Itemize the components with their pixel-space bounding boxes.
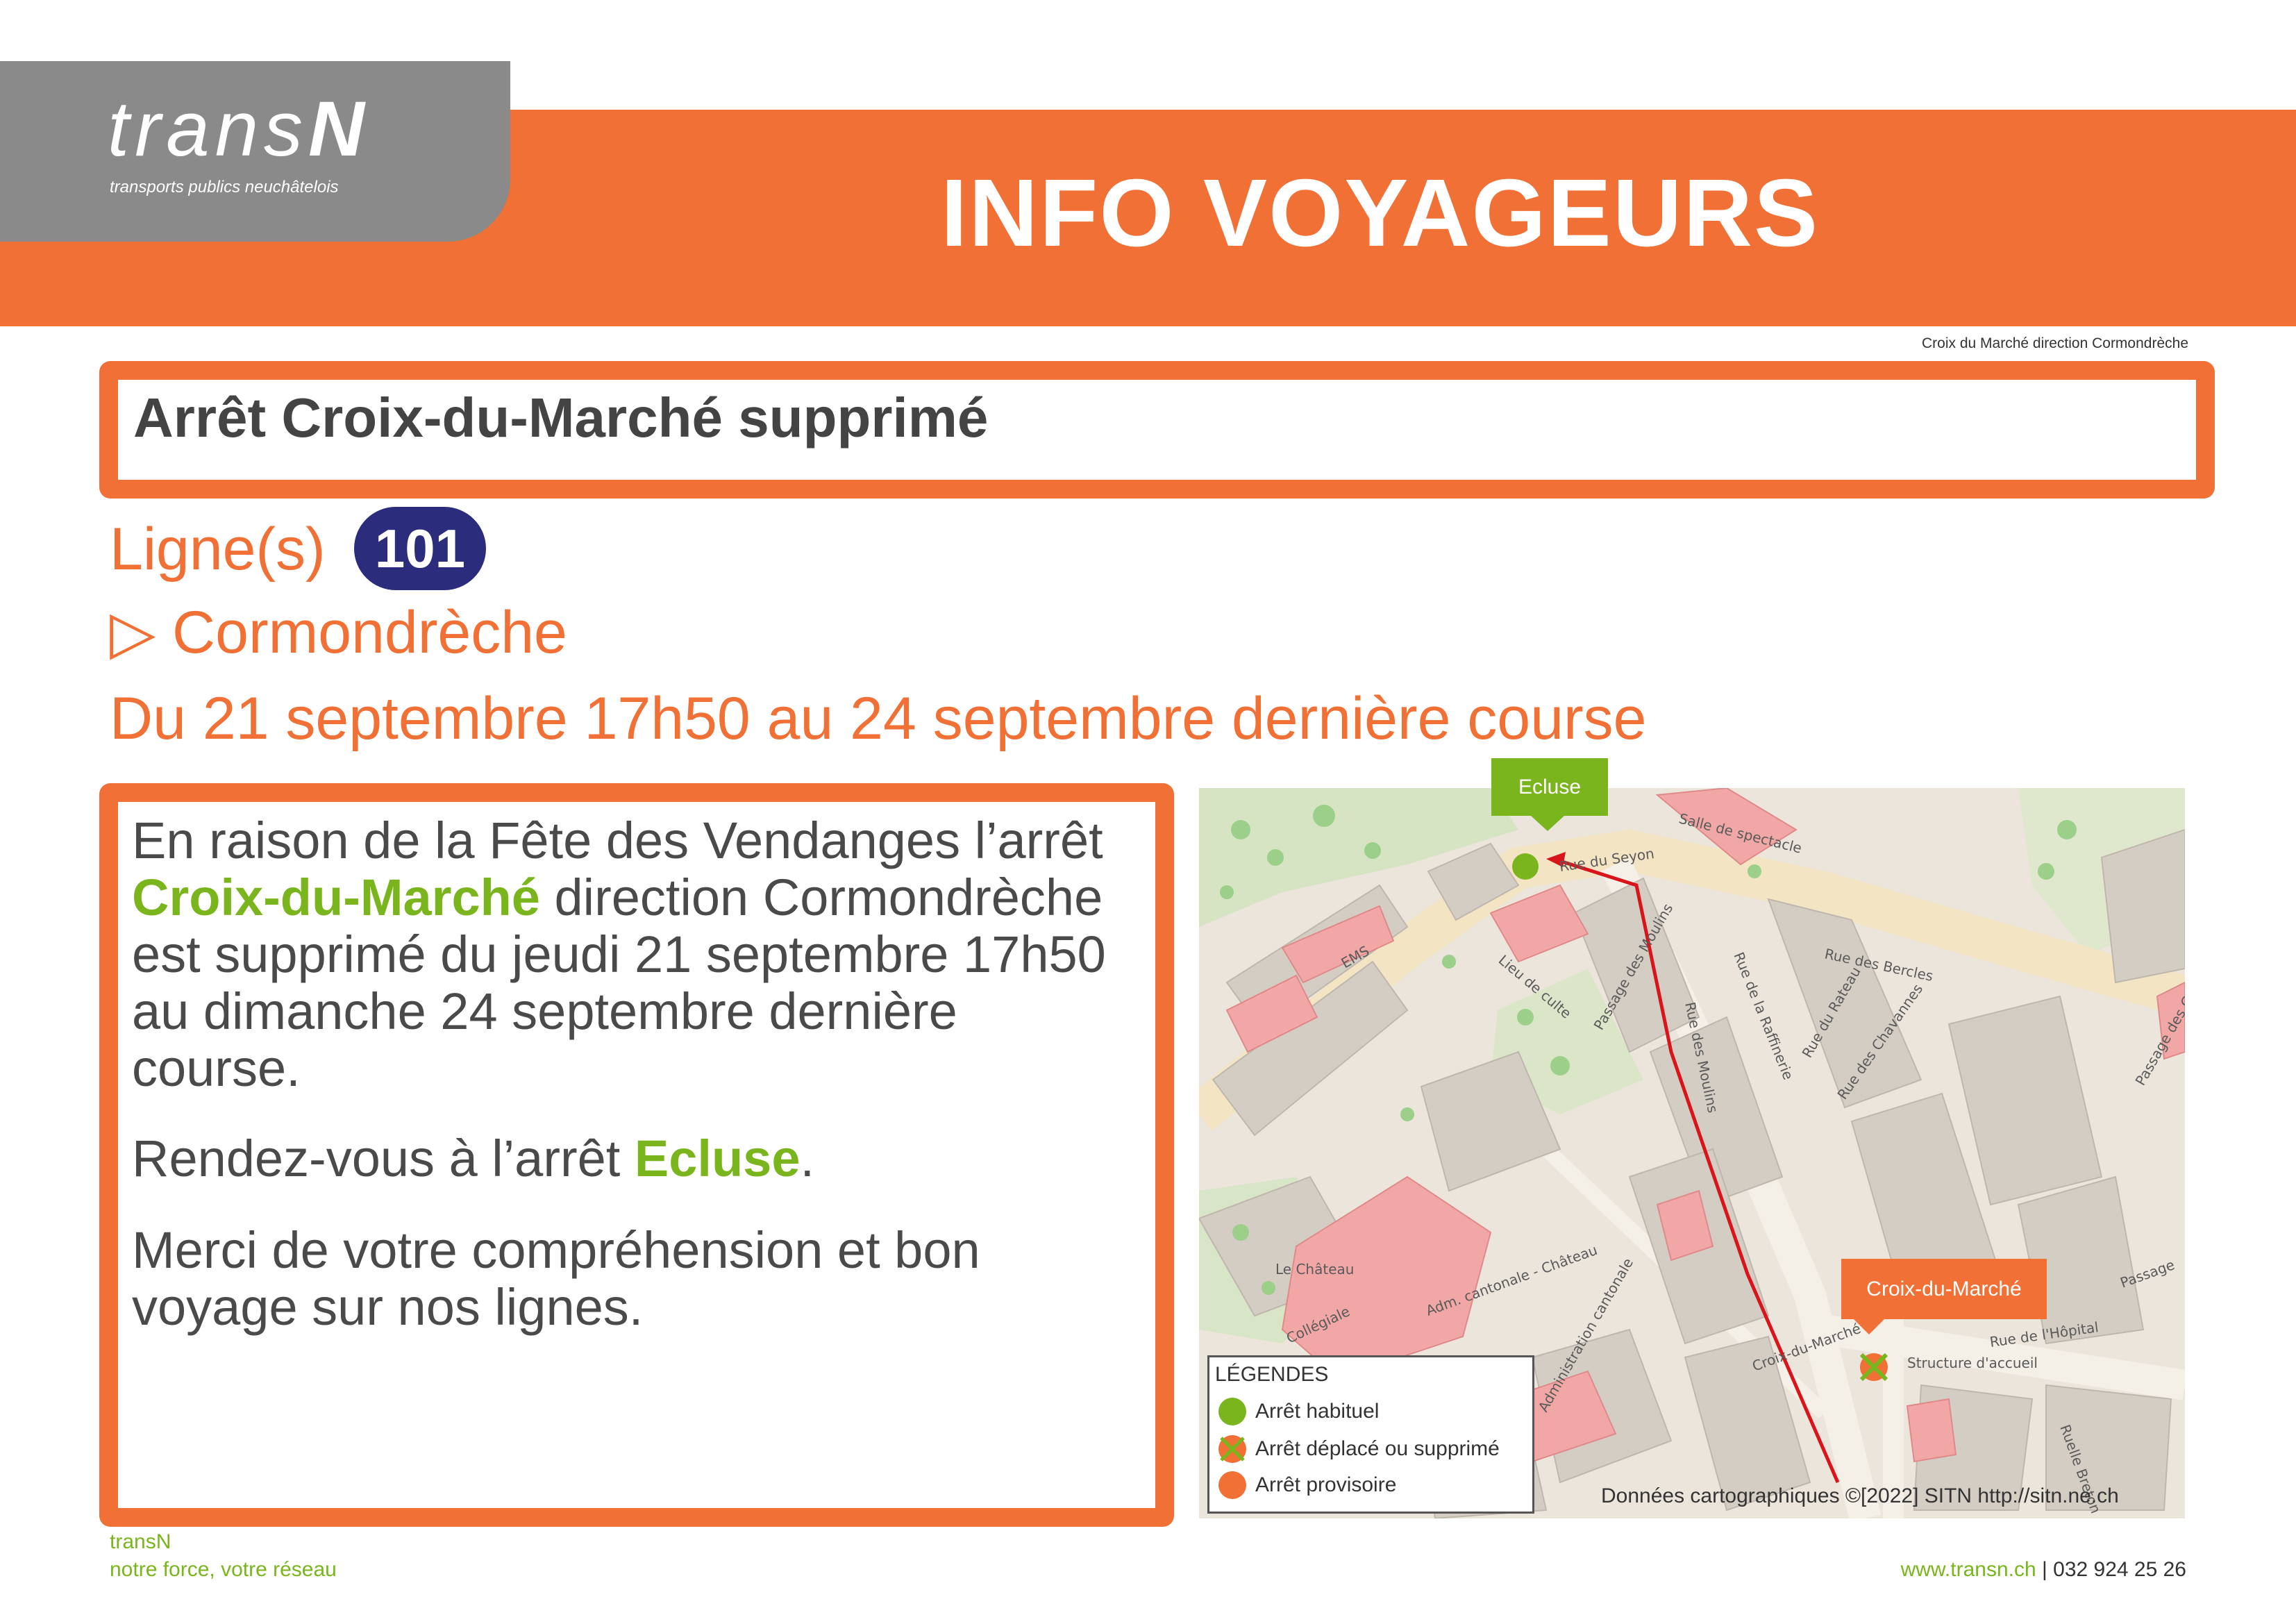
message-text: Rendez-vous à l’arrêt bbox=[132, 1130, 635, 1187]
legend-moved: Arrêt déplacé ou supprimé bbox=[1255, 1437, 1500, 1460]
usual-stop-icon bbox=[1218, 1398, 1246, 1425]
transn-logo: transN bbox=[108, 90, 364, 168]
line-badge: 101 bbox=[354, 507, 486, 590]
message-text: En raison de la Fête des Vendanges l’arr… bbox=[132, 812, 1103, 869]
removed-stop-name: Croix-du-Marché bbox=[132, 869, 540, 926]
website-link[interactable]: www.transn.ch bbox=[1901, 1558, 2036, 1581]
map-street-label: Structure d'accueil bbox=[1907, 1355, 2038, 1371]
map-street-label: Le Château bbox=[1275, 1261, 1354, 1278]
message-text: . bbox=[800, 1130, 815, 1187]
phone-number: 032 924 25 26 bbox=[2053, 1558, 2186, 1581]
footer-slogan: notre force, votre réseau bbox=[110, 1558, 337, 1581]
logo-subtitle: transports publics neuchâtelois bbox=[110, 178, 339, 196]
message-paragraph-3: Merci de votre compréhension et bon voya… bbox=[132, 1221, 980, 1336]
footer-contact: www.transn.ch | 032 924 25 26 bbox=[1901, 1558, 2186, 1582]
direction-arrow-icon: ▷ bbox=[110, 599, 156, 666]
removed-stop-icon bbox=[1218, 1435, 1246, 1463]
page-title: INFO VOYAGEURS bbox=[941, 160, 1820, 267]
legend-usual: Arrêt habituel bbox=[1255, 1400, 1380, 1423]
footer-separator: | bbox=[2036, 1558, 2054, 1581]
direction-label: Cormondrèche bbox=[172, 599, 567, 666]
legend-title: LÉGENDES bbox=[1215, 1363, 1329, 1386]
ecluse-callout-pointer-icon bbox=[1531, 816, 1564, 831]
logo-text-bold: N bbox=[308, 85, 364, 172]
temporary-stop-icon bbox=[1218, 1471, 1246, 1499]
message-paragraph-1: En raison de la Fête des Vendanges l’arr… bbox=[132, 812, 1132, 1097]
notice-title: Arrêt Croix-du-Marché supprimé bbox=[133, 387, 989, 449]
direction-row: ▷ Cormondrèche bbox=[110, 603, 567, 662]
cross-icon bbox=[1220, 1437, 1245, 1462]
reference-note: Croix du Marché direction Cormondrèche bbox=[1922, 335, 2188, 351]
footer-brand: transN bbox=[110, 1530, 171, 1553]
ecluse-stop-callout: Ecluse bbox=[1491, 758, 1608, 816]
logo-text-light: trans bbox=[108, 85, 308, 172]
legend-temporary: Arrêt provisoire bbox=[1255, 1473, 1397, 1496]
croix-stop-callout: Croix-du-Marché bbox=[1841, 1259, 2047, 1319]
replacement-stop-name: Ecluse bbox=[634, 1130, 801, 1187]
lines-label: Ligne(s) bbox=[110, 516, 326, 583]
map-credit: Données cartographiques ©[2022] SITN htt… bbox=[1601, 1484, 2119, 1507]
date-range: Du 21 septembre 17h50 au 24 septembre de… bbox=[110, 685, 1647, 752]
croix-callout-pointer-icon bbox=[1854, 1319, 1884, 1334]
message-paragraph-2: Rendez-vous à l’arrêt Ecluse. bbox=[132, 1130, 1132, 1187]
